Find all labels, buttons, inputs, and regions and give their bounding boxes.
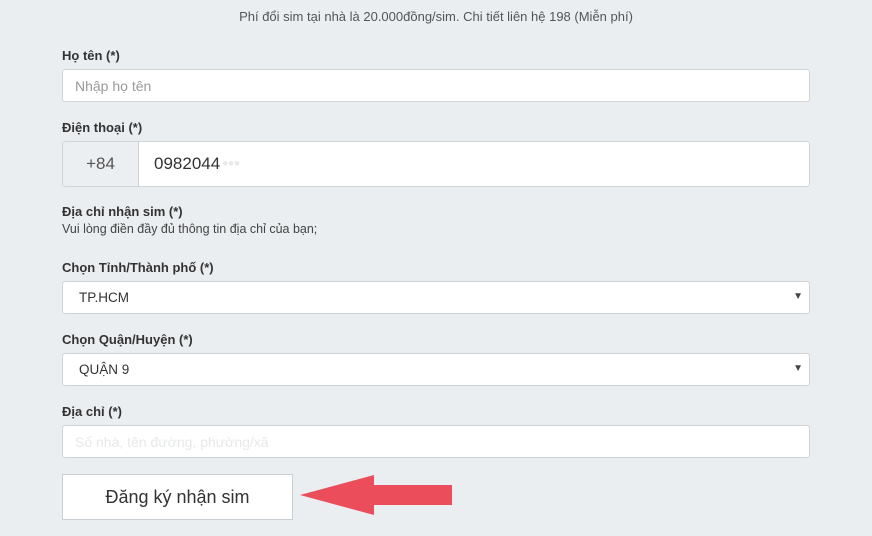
province-selected-value: TP.HCM: [79, 290, 130, 305]
phone-number-value: 0982044: [154, 154, 221, 173]
arrow-left-icon: [300, 475, 452, 515]
district-select[interactable]: QUẬN 9 ▼: [62, 353, 810, 386]
address-section-label: Địa chỉ nhận sim (*): [62, 204, 183, 219]
address-input[interactable]: [62, 425, 810, 458]
phone-input-group: +84 0982044 •••: [62, 141, 810, 187]
country-code-prefix: +84: [63, 142, 139, 186]
address-hint: Vui lòng điền đầy đủ thông tin địa chỉ c…: [62, 222, 318, 236]
register-sim-button[interactable]: Đăng ký nhận sim: [62, 474, 293, 520]
phone-label: Điện thoại (*): [62, 120, 143, 135]
province-select[interactable]: TP.HCM ▼: [62, 281, 810, 314]
chevron-down-icon: ▼: [793, 291, 803, 302]
address-label: Địa chỉ (*): [62, 404, 122, 419]
district-selected-value: QUẬN 9: [79, 362, 130, 377]
chevron-down-icon: ▼: [793, 363, 803, 374]
fee-notice: Phí đổi sim tại nhà là 20.000đồng/sim. C…: [239, 9, 633, 24]
phone-number-hidden-part: •••: [222, 154, 241, 173]
sim-registration-form: Phí đổi sim tại nhà là 20.000đồng/sim. C…: [0, 0, 872, 536]
province-label: Chọn Tỉnh/Thành phố (*): [62, 260, 214, 275]
phone-input[interactable]: 0982044 •••: [139, 142, 809, 186]
district-label: Chọn Quận/Huyện (*): [62, 332, 193, 347]
name-label: Họ tên (*): [62, 48, 120, 63]
name-input[interactable]: [62, 69, 810, 102]
